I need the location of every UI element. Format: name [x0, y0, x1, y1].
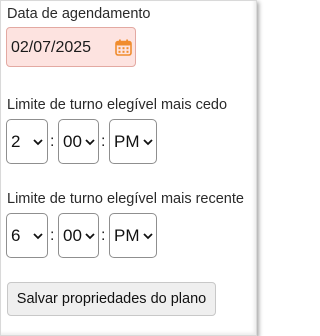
earliest-minute-select[interactable]: 00: [58, 119, 99, 164]
earliest-time-separator: :: [50, 133, 55, 150]
chevron-down-icon: [143, 139, 153, 146]
latest-minute-select[interactable]: 00: [58, 213, 99, 258]
earliest-minute-value: 00: [63, 132, 82, 151]
latest-period-separator: :: [101, 227, 106, 244]
earliest-hour-value: 2: [11, 132, 21, 151]
scheduling-date-value: 02/07/2025: [11, 39, 92, 56]
latest-hour-select[interactable]: 6: [6, 213, 48, 258]
calendar-icon[interactable]: [115, 39, 132, 56]
chevron-down-icon: [33, 233, 43, 240]
latest-time-separator: :: [50, 227, 55, 244]
chevron-down-icon: [85, 139, 95, 146]
chevron-down-icon: [85, 233, 95, 240]
plan-properties-panel: Data de agendamento 02/07/2025 Limite de…: [0, 0, 257, 336]
latest-hour-value: 6: [11, 226, 21, 245]
save-plan-properties-button[interactable]: Salvar propriedades do plano: [7, 282, 216, 316]
earliest-period-select[interactable]: PM: [109, 119, 157, 164]
earliest-period-separator: :: [101, 133, 106, 150]
earliest-hour-select[interactable]: 2: [6, 119, 48, 164]
earliest-shift-label: Limite de turno elegível mais cedo: [7, 97, 228, 113]
earliest-period-value: PM: [114, 132, 140, 151]
chevron-down-icon: [33, 139, 43, 146]
scheduling-date-label: Data de agendamento: [7, 6, 151, 22]
latest-period-value: PM: [114, 226, 140, 245]
latest-minute-value: 00: [63, 226, 82, 245]
chevron-down-icon: [143, 233, 153, 240]
latest-period-select[interactable]: PM: [109, 213, 157, 258]
scheduling-date-field[interactable]: 02/07/2025: [6, 27, 136, 67]
latest-shift-label: Limite de turno elegível mais recente: [7, 191, 244, 207]
